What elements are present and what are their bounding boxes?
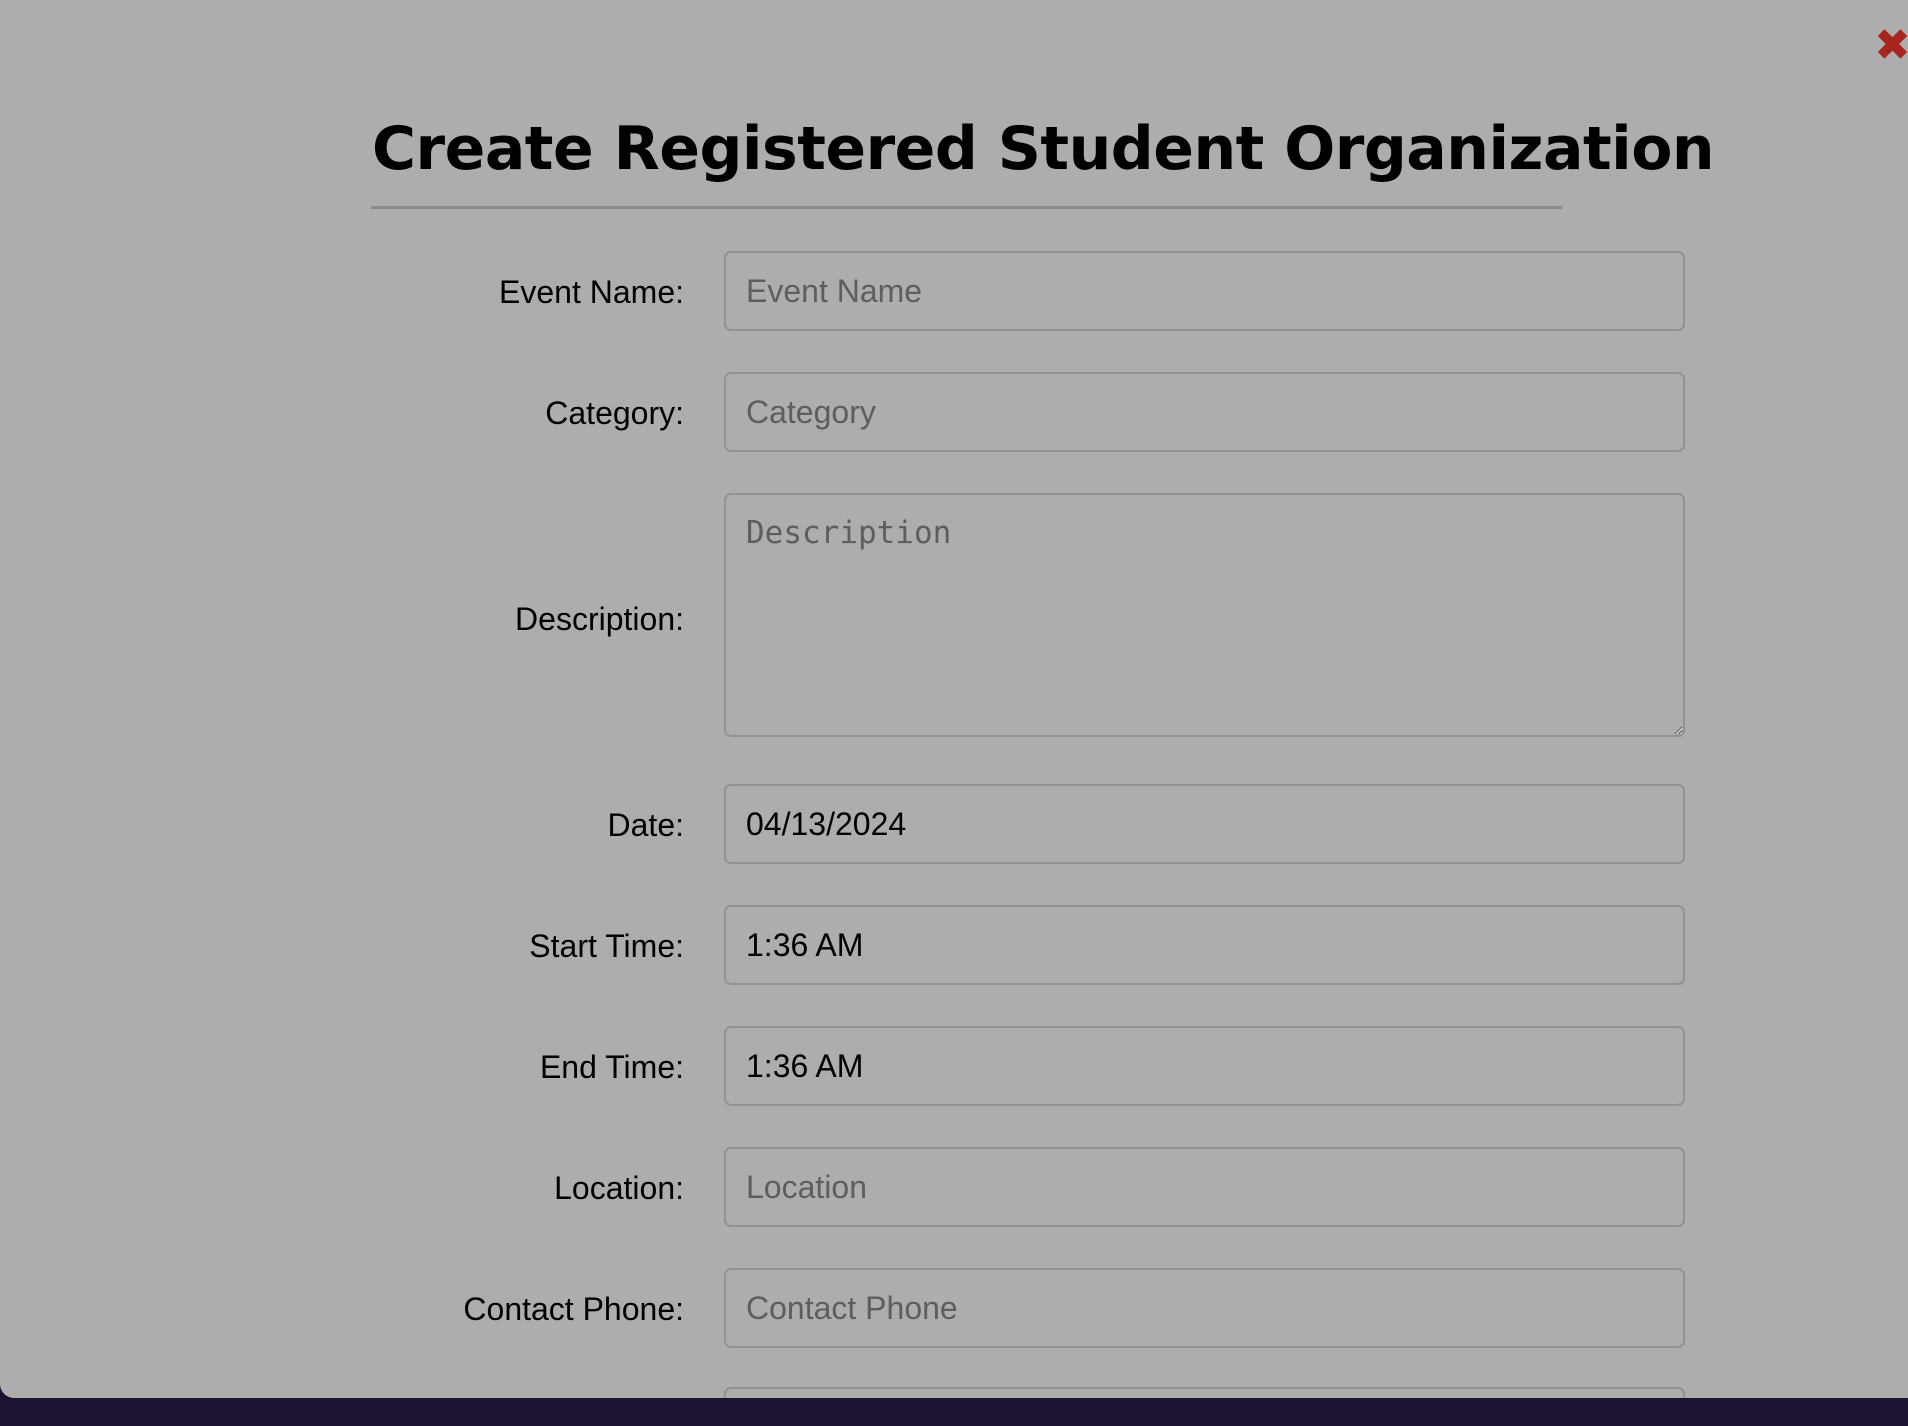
close-icon[interactable]: ✖	[1874, 22, 1908, 70]
page-title: Create Registered Student Organization	[372, 114, 1715, 184]
end-time-input[interactable]	[724, 1026, 1685, 1106]
category-input[interactable]	[724, 372, 1685, 452]
event-name-label: Event Name:	[499, 274, 684, 310]
location-label: Location:	[554, 1170, 684, 1206]
contact-phone-label: Contact Phone:	[463, 1291, 684, 1327]
title-divider	[371, 206, 1562, 209]
end-time-label: End Time:	[539, 1049, 684, 1085]
description-label: Description:	[515, 601, 684, 637]
create-rso-modal: ✖ Create Registered Student Organization…	[0, 0, 1908, 1398]
contact-phone-input[interactable]	[724, 1268, 1685, 1348]
start-time-label: Start Time:	[529, 928, 684, 964]
description-textarea[interactable]	[724, 493, 1685, 737]
category-label: Category:	[545, 395, 684, 431]
location-input[interactable]	[724, 1147, 1685, 1227]
next-field-partial[interactable]	[724, 1387, 1685, 1398]
start-time-input[interactable]	[724, 905, 1685, 985]
date-label: Date:	[607, 807, 684, 843]
date-input[interactable]	[724, 784, 1685, 864]
event-name-input[interactable]	[724, 251, 1685, 331]
